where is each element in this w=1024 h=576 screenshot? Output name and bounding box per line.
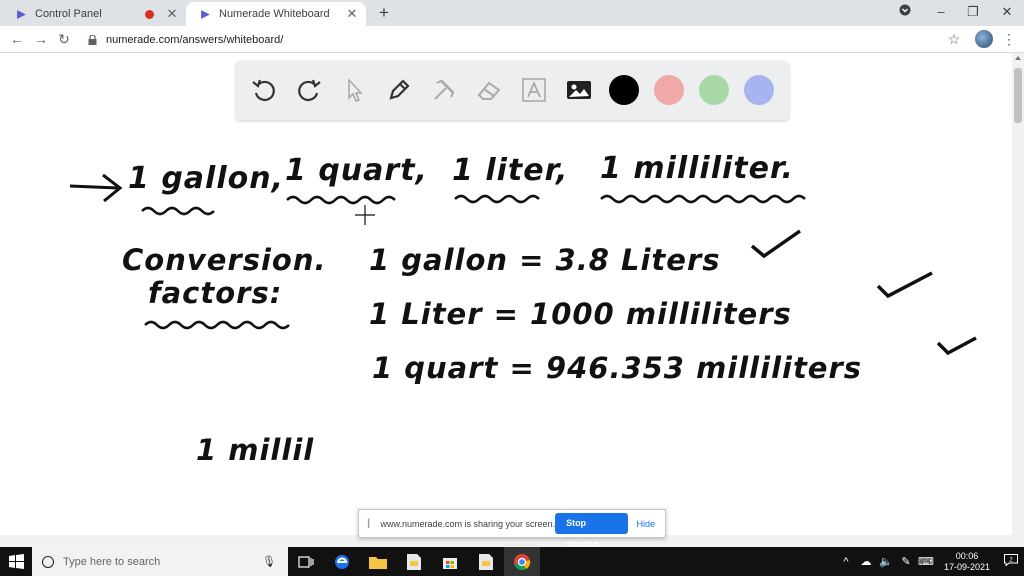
scroll-up-icon[interactable] [1015,56,1021,60]
handwriting-equation: 1 gallon = 3.8 Liters [369,243,721,277]
microphone-icon[interactable]: 🎙 [262,555,276,568]
close-window-button[interactable]: ✕ [992,2,1022,22]
browser-toolbar: ← → ↻ numerade.com/answers/whiteboard/ ☆… [0,26,1024,53]
chevron-up-icon[interactable]: ^ [836,556,856,568]
task-view-icon[interactable] [288,547,324,576]
recording-icon [145,9,154,19]
edge-icon[interactable] [324,547,360,576]
search-placeholder: Type here to search [63,555,161,568]
handwriting-heading: Conversion. [122,243,327,277]
stop-sharing-button[interactable]: Stop sharing [555,513,629,549]
taskbar-search[interactable]: Type here to search 🎙 [32,547,288,576]
tab-title: Numerade Whiteboard [219,8,330,20]
tab-control-panel[interactable]: Control Panel ✕ [2,2,186,26]
close-tab-icon[interactable]: ✕ [164,6,180,22]
numerade-favicon-icon [17,9,26,19]
handwriting-item: 1 liter, [452,153,569,188]
reload-icon[interactable]: ↻ [55,30,73,48]
network-icon[interactable]: ☁ [856,555,876,568]
docs-app-icon[interactable] [468,547,504,576]
tab-strip: Control Panel ✕ Numerade Whiteboard ✕ + … [0,0,1024,26]
share-message: www.numerade.com is sharing your screen. [380,518,556,529]
search-icon [42,555,54,568]
handwriting-partial: 1 millil [196,433,315,467]
handwriting-item: 1 gallon, [128,161,284,196]
handwriting-arrow-line: 1 gallon, [128,161,284,196]
back-icon[interactable]: ← [8,30,26,48]
profile-menu-icon[interactable] [890,2,920,22]
bookmark-star-icon[interactable]: ☆ [945,30,963,48]
close-tab-icon[interactable]: ✕ [344,6,360,22]
vertical-scrollbar[interactable] [1012,53,1024,535]
whiteboard-canvas[interactable]: 1 gallon, 1 quart, 1 liter, 1 milliliter… [0,53,1012,535]
chrome-icon[interactable] [504,547,540,576]
windows-taskbar: Type here to search 🎙 ^ ☁ 🔈 ✎ ⌨ 00:06 17… [0,547,1024,576]
maximize-button[interactable]: ❐ [958,2,988,22]
clock-time: 00:06 [955,550,979,561]
more-menu-icon[interactable]: ⋮ [1002,30,1016,48]
numerade-favicon-icon [201,9,210,19]
profile-avatar[interactable] [975,30,993,48]
url-text: numerade.com/answers/whiteboard/ [106,33,284,46]
store-icon[interactable] [432,547,468,576]
handwriting-equation: 1 quart = 946.353 milliliters [372,351,863,385]
volume-icon[interactable]: 🔈 [876,555,896,568]
lock-icon [88,34,97,45]
crosshair-cursor-icon [355,205,375,225]
tab-title: Control Panel [35,8,102,20]
file-explorer-icon[interactable] [360,547,396,576]
handwriting-item: 1 quart, [285,153,428,188]
screen-share-bar: || www.numerade.com is sharing your scre… [358,509,666,549]
pen-workspace-icon[interactable]: ✎ [896,555,916,568]
forward-icon[interactable]: → [32,30,50,48]
tab-numerade-whiteboard[interactable]: Numerade Whiteboard ✕ [186,2,366,26]
windows-start-icon[interactable] [0,547,32,576]
minimize-button[interactable]: – [926,2,956,22]
new-tab-button[interactable]: + [374,3,394,23]
clock-date: 17-09-2021 [943,561,991,572]
address-bar[interactable]: numerade.com/answers/whiteboard/ [80,29,970,50]
language-icon[interactable]: ⌨ [916,555,936,568]
clock[interactable]: 00:06 17-09-2021 [936,551,998,573]
system-tray: ^ ☁ 🔈 ✎ ⌨ 00:06 17-09-2021 2 [836,547,1024,576]
handwriting-equation: 1 Liter = 1000 milliliters [369,297,792,331]
scroll-thumb[interactable] [1014,68,1022,123]
files-app-icon[interactable] [396,547,432,576]
handwriting-heading: factors: [148,276,283,310]
handwriting-item: 1 milliliter. [600,151,794,186]
notification-icon[interactable]: 2 [998,554,1024,569]
hide-button[interactable]: Hide [636,519,655,529]
drag-handle-icon[interactable]: || [367,518,374,529]
